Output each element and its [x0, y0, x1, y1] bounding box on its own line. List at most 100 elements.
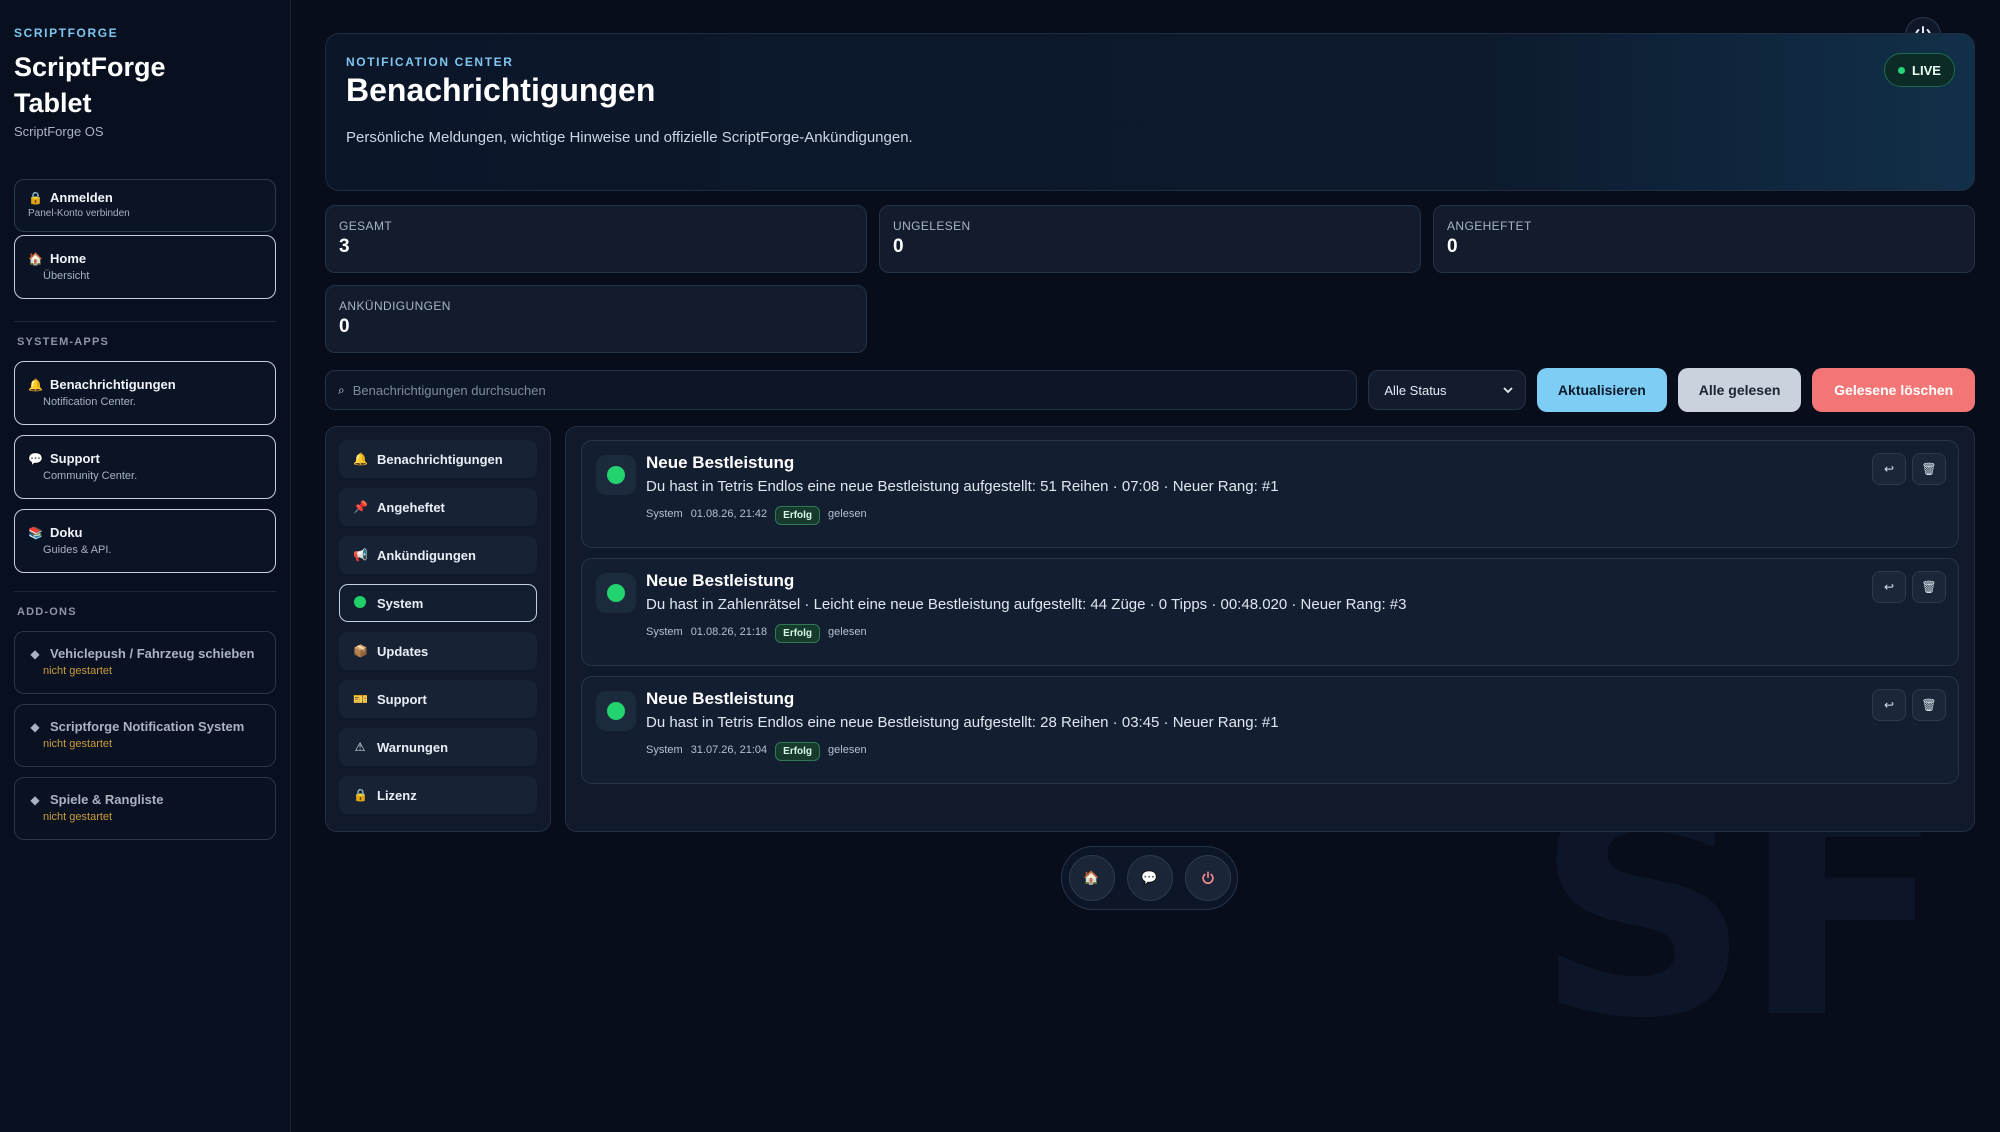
package-icon: 📦 — [353, 644, 368, 658]
mark-all-read-button[interactable]: Alle gelesen — [1677, 368, 1802, 412]
category-label: Benachrichtigungen — [377, 451, 503, 467]
stats-grid: GESAMT 3 UNGELESEN 0 ANGEHEFTET 0 ANKÜND… — [325, 205, 1975, 353]
lock-icon: 🔒 — [28, 190, 43, 205]
sidebar-item-sub: Übersicht — [43, 270, 90, 282]
category-notifications[interactable]: 🔔 Benachrichtigungen — [339, 440, 537, 478]
sidebar-item-sub: Notification Center. — [43, 396, 136, 408]
toolbar: ⌕ Benachrichtigungen durchsuchen Alle St… — [325, 368, 1975, 412]
search-icon: ⌕ — [338, 382, 345, 397]
notification-source: System — [646, 626, 683, 638]
megaphone-icon: 📢 — [353, 548, 368, 562]
bottom-dock: 🏠 💬 — [1061, 846, 1238, 910]
notification-body: Du hast in Tetris Endlos eine neue Bestl… — [646, 714, 1279, 731]
status-dot-icon — [596, 573, 636, 613]
dock-power-button[interactable] — [1184, 855, 1231, 901]
sidebar-item-addon-games[interactable]: ◆ Spiele & Rangliste nicht gestartet — [14, 777, 276, 840]
search-placeholder: Benachrichtigungen durchsuchen — [352, 382, 546, 398]
mark-unread-button[interactable]: ↩ — [1872, 571, 1906, 603]
status-badge: Erfolg — [775, 742, 821, 761]
category-updates[interactable]: 📦 Updates — [339, 632, 537, 670]
sidebar-item-label: Scriptforge Notification System — [50, 719, 245, 734]
diamond-icon: ◆ — [30, 646, 40, 661]
status-filter-select[interactable]: Alle Status — [1368, 370, 1527, 410]
card-actions: ↩ 🗑 — [1872, 689, 1946, 721]
category-support[interactable]: 🎫 Support — [339, 680, 537, 718]
notification-state: gelesen — [828, 626, 867, 638]
return-arrow-icon: ↩ — [1883, 462, 1895, 476]
dock-home-button[interactable]: 🏠 — [1068, 855, 1115, 901]
notification-title: Neue Bestleistung — [646, 689, 795, 708]
notification-card[interactable]: Neue Bestleistung Du hast in Tetris Endl… — [581, 676, 1959, 784]
category-system[interactable]: System — [339, 584, 537, 622]
notification-card[interactable]: Neue Bestleistung Du hast in Tetris Endl… — [581, 440, 1959, 548]
notification-body: Du hast in Zahlenrätsel · Leicht eine ne… — [646, 596, 1407, 613]
category-license[interactable]: 🔒 Lizenz — [339, 776, 537, 814]
sidebar-item-addon-notification-system[interactable]: ◆ Scriptforge Notification System nicht g… — [14, 704, 276, 767]
refresh-button[interactable]: Aktualisieren — [1537, 368, 1667, 412]
main-content: NOTIFICATION CENTER Benachrichtigungen P… — [325, 33, 1975, 832]
category-announcements[interactable]: 📢 Ankündigungen — [339, 536, 537, 574]
stat-value: 0 — [893, 236, 904, 257]
sidebar-item-home[interactable]: 🏠 Home Übersicht — [14, 235, 276, 299]
sidebar-item-label: Anmelden — [50, 190, 113, 205]
house-icon: 🏠 — [28, 251, 43, 266]
notification-meta: System 31.07.26, 21:04 Erfolg gelesen — [646, 739, 1944, 761]
brand-title-line2: Tablet — [14, 88, 92, 118]
notification-state: gelesen — [828, 508, 867, 520]
green-dot-icon — [353, 595, 367, 611]
books-icon: 📚 — [28, 525, 43, 540]
dock-support-button[interactable]: 💬 — [1126, 855, 1173, 901]
stat-label: ANKÜNDIGUNGEN — [339, 299, 451, 313]
page-description: Persönliche Meldungen, wichtige Hinweise… — [346, 129, 913, 146]
delete-button[interactable]: 🗑 — [1912, 571, 1946, 603]
stat-value: 0 — [1447, 236, 1458, 257]
speech-bubble-icon: 💬 — [28, 451, 43, 466]
stat-label: UNGELESEN — [893, 219, 971, 233]
stat-label: GESAMT — [339, 219, 393, 233]
sidebar-item-label: Spiele & Rangliste — [50, 792, 164, 807]
sidebar-item-support[interactable]: 💬 Support Community Center. — [14, 435, 276, 499]
sidebar-item-docs[interactable]: 📚 Doku Guides & API. — [14, 509, 276, 573]
notification-source: System — [646, 508, 683, 520]
live-dot-icon — [1898, 66, 1906, 74]
stat-value: 3 — [339, 236, 350, 257]
sidebar-item-addon-vehiclepush[interactable]: ◆ Vehiclepush / Fahrzeug schieben nicht g… — [14, 631, 276, 694]
stat-total: GESAMT 3 — [325, 205, 867, 273]
delete-read-button[interactable]: Gelesene löschen — [1812, 368, 1975, 412]
sidebar-item-notifications[interactable]: 🔔 Benachrichtigungen Notification Center. — [14, 361, 276, 425]
category-warnings[interactable]: ⚠ Warnungen — [339, 728, 537, 766]
diamond-icon: ◆ — [30, 792, 40, 807]
trash-icon: 🗑 — [1921, 698, 1937, 712]
category-label: Support — [377, 691, 427, 707]
stat-value: 0 — [339, 316, 350, 337]
category-pinned[interactable]: 📌 Angeheftet — [339, 488, 537, 526]
stat-unread: UNGELESEN 0 — [879, 205, 1421, 273]
ticket-icon: 🎫 — [353, 692, 368, 706]
sidebar-item-login[interactable]: 🔒 Anmelden Panel-Konto verbinden — [14, 179, 276, 232]
sidebar: SCRIPTFORGE ScriptForge Tablet ScriptFor… — [0, 0, 291, 1132]
category-label: Warnungen — [377, 739, 449, 755]
category-label: Lizenz — [377, 787, 417, 803]
delete-button[interactable]: 🗑 — [1912, 453, 1946, 485]
notification-card[interactable]: Neue Bestleistung Du hast in Zahlenrätse… — [581, 558, 1959, 666]
bell-icon: 🔔 — [28, 377, 43, 392]
category-panel: 🔔 Benachrichtigungen 📌 Angeheftet 📢 Ankündi… — [325, 426, 551, 832]
power-icon — [1201, 871, 1214, 884]
notification-state: gelesen — [828, 744, 867, 756]
return-arrow-icon: ↩ — [1883, 580, 1895, 594]
stat-pinned: ANGEHEFTET 0 — [1433, 205, 1975, 273]
mark-unread-button[interactable]: ↩ — [1872, 689, 1906, 721]
search-input[interactable]: ⌕ Benachrichtigungen durchsuchen — [325, 370, 1358, 410]
brand-title: ScriptForge Tablet — [14, 49, 276, 121]
delete-button[interactable]: 🗑 — [1912, 689, 1946, 721]
status-dot-icon — [596, 455, 636, 495]
sidebar-item-sub: Panel-Konto verbinden — [28, 208, 130, 219]
notification-list: Neue Bestleistung Du hast in Tetris Endl… — [565, 426, 1975, 832]
card-actions: ↩ 🗑 — [1872, 571, 1946, 603]
category-label: Updates — [377, 643, 429, 659]
section-label-addons: ADD-ONS — [17, 606, 77, 618]
mark-unread-button[interactable]: ↩ — [1872, 453, 1906, 485]
category-label: Angeheftet — [377, 499, 445, 515]
warning-icon: ⚠ — [354, 740, 366, 754]
house-icon: 🏠 — [1083, 870, 1100, 885]
